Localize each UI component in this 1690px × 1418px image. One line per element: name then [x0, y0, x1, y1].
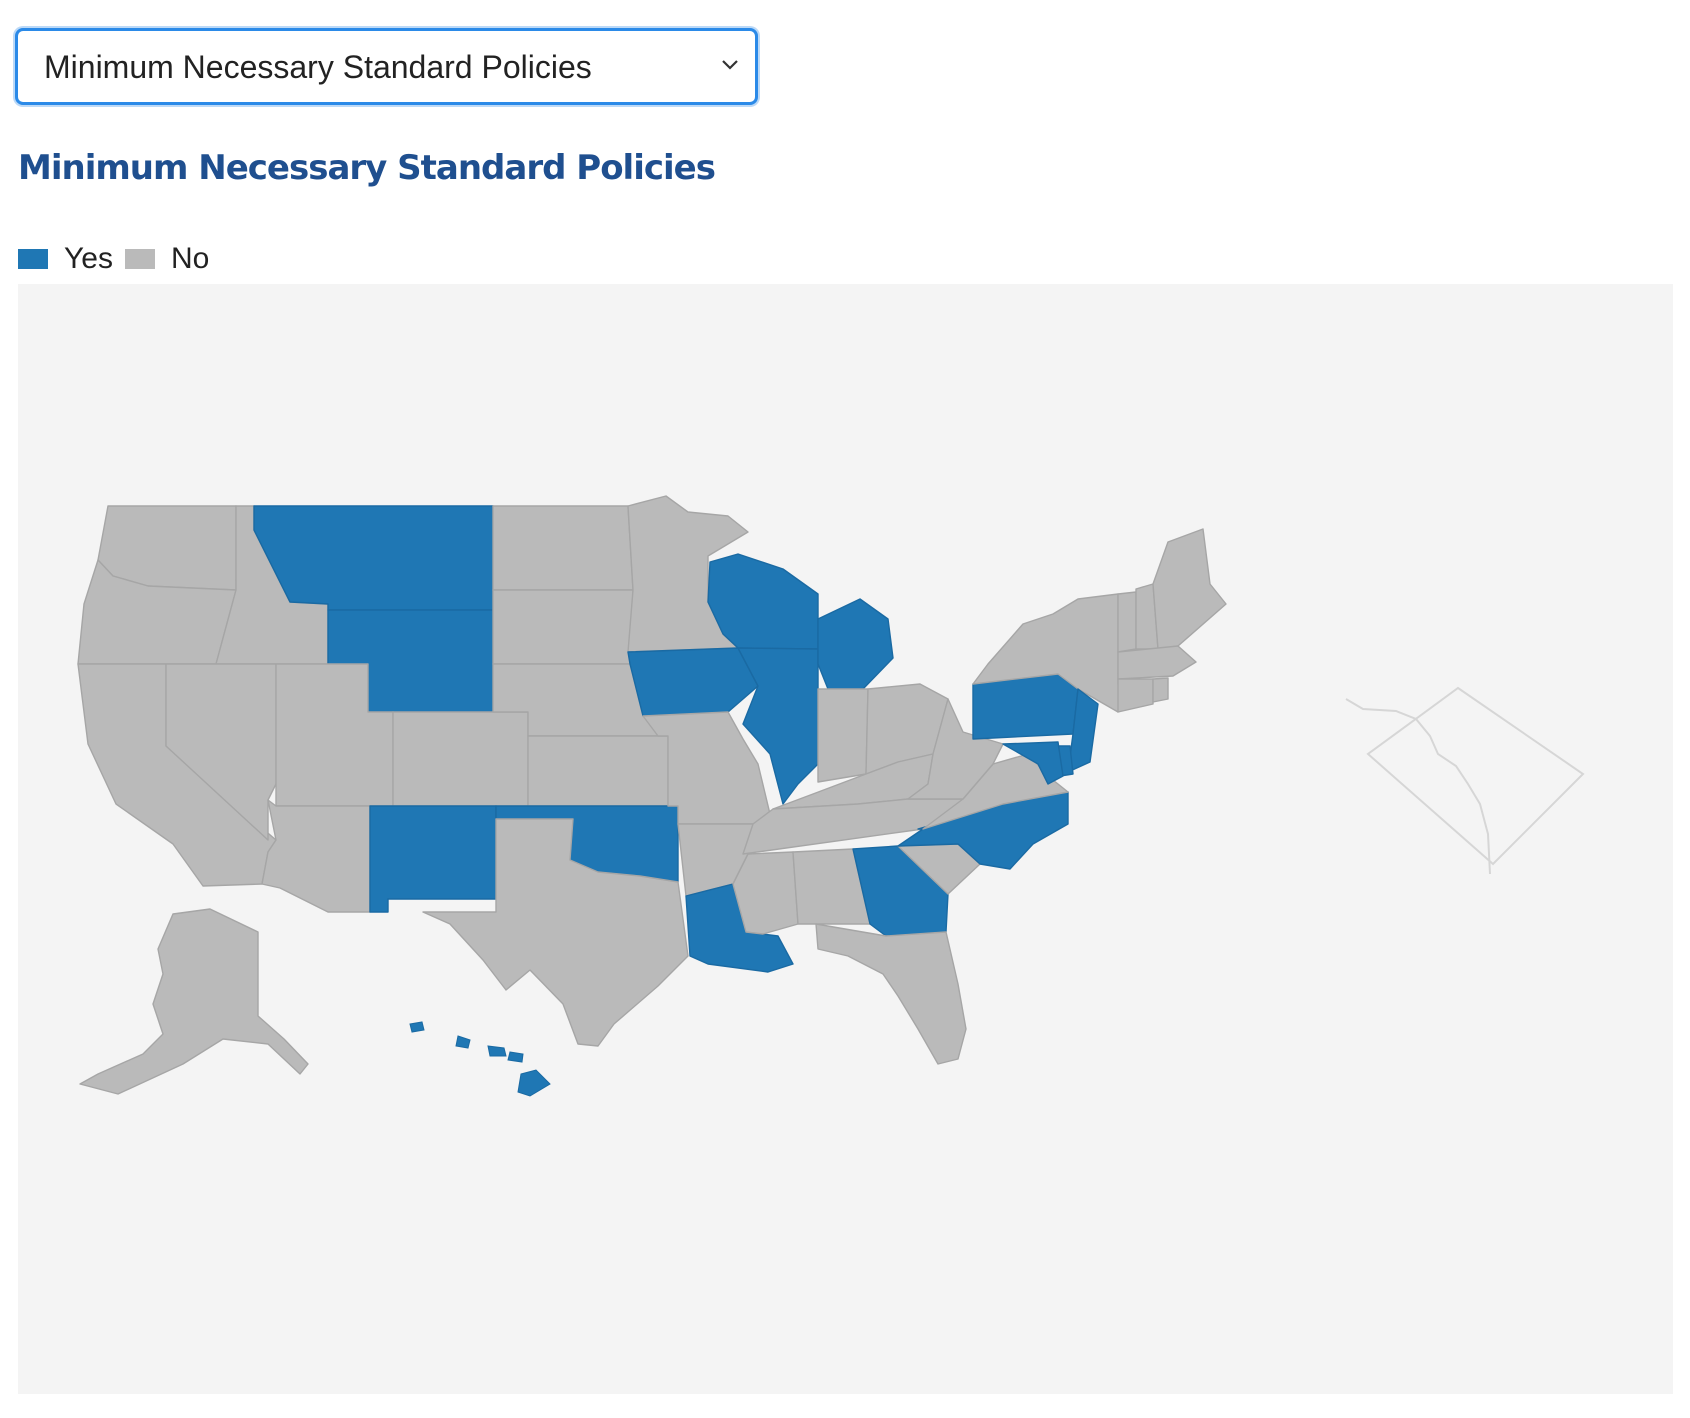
state-fl[interactable] [815, 923, 967, 1065]
state-hi-island-1[interactable] [409, 1021, 425, 1033]
state-mt[interactable] [253, 505, 494, 611]
state-hi-island-5[interactable] [517, 1069, 551, 1097]
us-map [77, 495, 1585, 1097]
map-panel [18, 284, 1673, 1394]
legend-item-no: No [124, 242, 210, 276]
state-hi-island-4[interactable] [507, 1051, 524, 1063]
state-hi-island-3[interactable] [487, 1045, 507, 1057]
state-ma[interactable] [1117, 645, 1197, 680]
state-ms[interactable] [732, 851, 799, 935]
state-sd[interactable] [492, 589, 634, 665]
policy-select-container[interactable]: Minimum Necessary Standard Policies [15, 28, 758, 105]
policy-select[interactable]: Minimum Necessary Standard Policies [18, 31, 755, 102]
state-me[interactable] [1152, 528, 1227, 650]
legend-swatch-no [124, 249, 155, 269]
states-layer [77, 495, 1227, 1097]
state-ks[interactable] [527, 735, 669, 807]
state-ak[interactable] [79, 908, 309, 1095]
state-hi-island-2[interactable] [455, 1035, 471, 1049]
state-nd[interactable] [492, 505, 634, 591]
legend-item-yes: Yes [18, 242, 113, 276]
state-ia[interactable] [627, 647, 759, 717]
state-vt[interactable] [1117, 591, 1137, 653]
dc-river-line [1345, 698, 1491, 875]
legend: Yes No [18, 242, 221, 276]
legend-swatch-yes [18, 249, 48, 269]
legend-label-yes: Yes [64, 242, 113, 275]
state-pa[interactable] [972, 673, 1079, 740]
state-mi[interactable] [817, 598, 894, 690]
state-wi[interactable] [707, 553, 819, 650]
state-co[interactable] [392, 711, 529, 807]
state-dc[interactable] [1366, 686, 1585, 866]
legend-label-no: No [170, 242, 210, 275]
state-ri[interactable] [1152, 677, 1169, 703]
map-title: Minimum Necessary Standard Policies [18, 148, 716, 188]
state-nm[interactable] [369, 805, 497, 913]
state-in[interactable] [817, 688, 869, 783]
state-az[interactable] [261, 799, 371, 913]
state-ct[interactable] [1117, 678, 1154, 713]
